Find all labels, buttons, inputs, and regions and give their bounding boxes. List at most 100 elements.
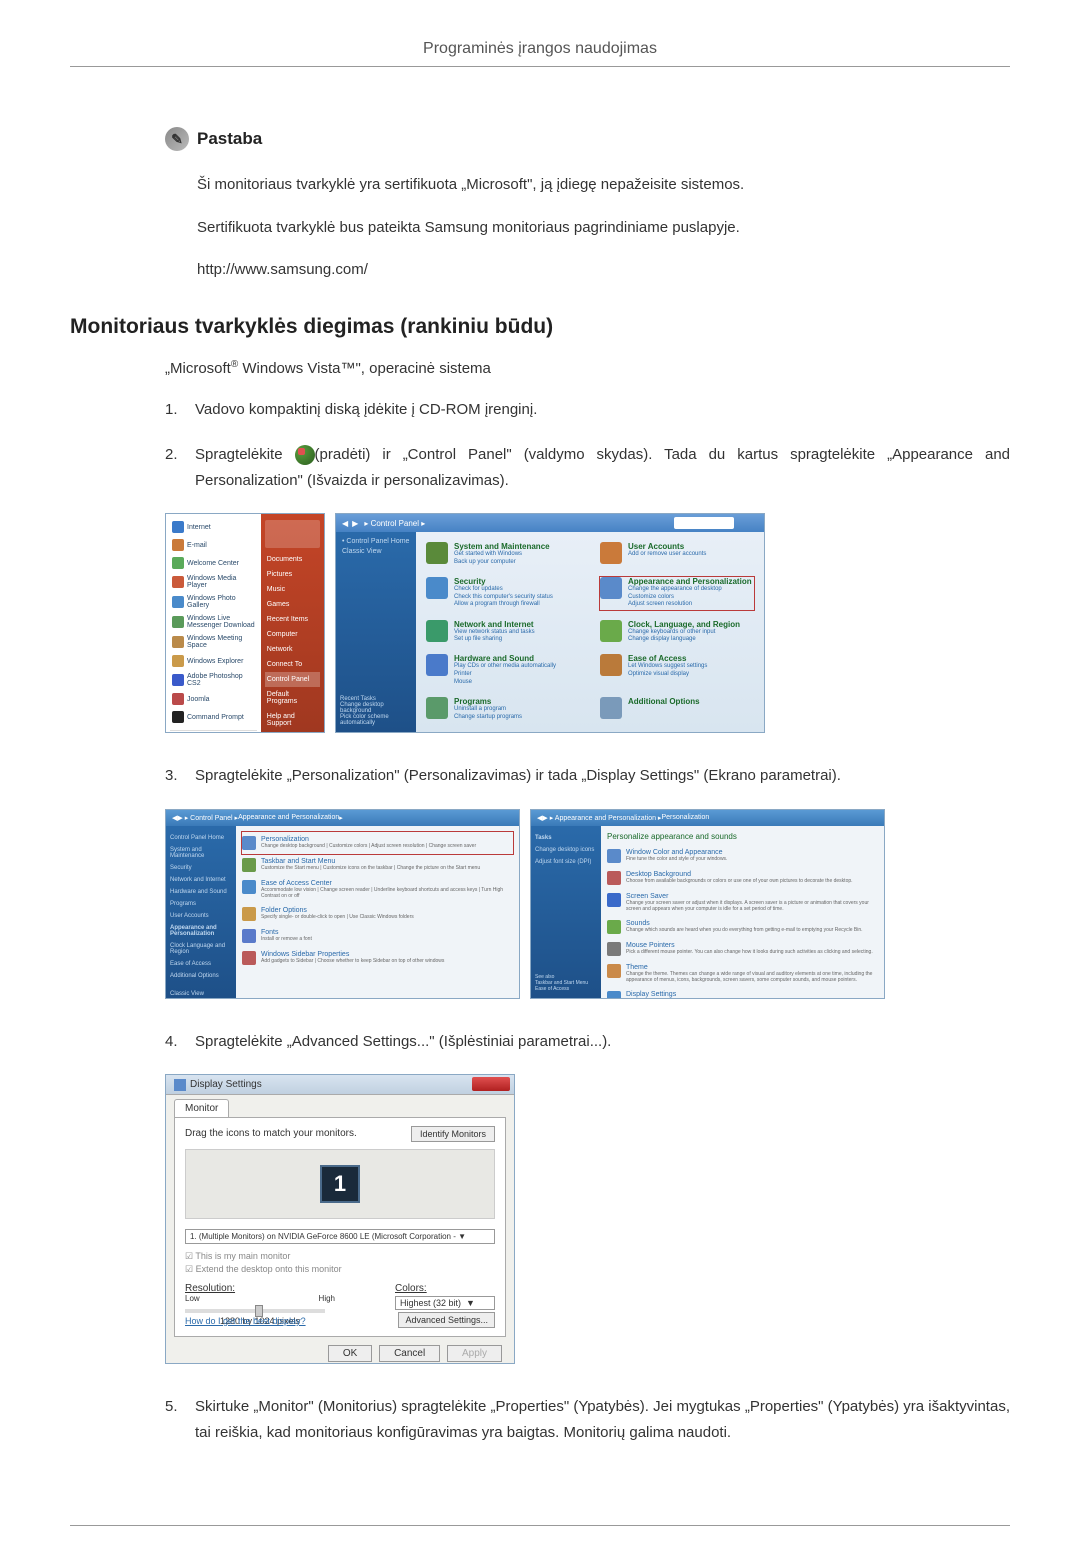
checkbox-main-monitor[interactable]: ☑ This is my main monitor	[185, 1250, 495, 1263]
option-personalization[interactable]: PersonalizationChange desktop background…	[242, 832, 513, 854]
nav-forward-icon[interactable]: ▶	[177, 814, 182, 822]
cp-category-system[interactable]: System and MaintenanceGet started with W…	[426, 542, 580, 567]
cp-category-additional[interactable]: Additional Options	[600, 697, 754, 722]
sidebar-item[interactable]: Security	[170, 862, 232, 874]
identify-monitors-button[interactable]: Identify Monitors	[411, 1126, 495, 1142]
advanced-settings-button[interactable]: Advanced Settings...	[398, 1312, 495, 1328]
start-menu-link[interactable]: Documents	[265, 552, 320, 567]
option-sounds[interactable]: SoundsChange which sounds are heard when…	[607, 916, 878, 938]
step-number: 3.	[165, 763, 195, 789]
close-button[interactable]	[472, 1077, 510, 1091]
start-menu-control-panel[interactable]: Control Panel	[265, 672, 320, 687]
monitor-arrangement[interactable]: 1	[185, 1149, 495, 1219]
cp-category-user-accounts[interactable]: User AccountsAdd or remove user accounts	[600, 542, 754, 567]
start-menu-link[interactable]: Connect To	[265, 657, 320, 672]
option-ease[interactable]: Ease of Access CenterAccommodate low vis…	[242, 876, 513, 903]
user-picture	[265, 520, 320, 548]
cancel-button[interactable]: Cancel	[379, 1345, 440, 1362]
nav-forward-icon[interactable]: ▶	[352, 519, 358, 528]
help-link[interactable]: How do I get the best display?	[185, 1316, 306, 1326]
step-list-cont: 5. Skirtuke „Monitor" (Monitorius) sprag…	[165, 1394, 1010, 1445]
sidebar-item[interactable]: Clock Language and Region	[170, 940, 232, 958]
option-folder[interactable]: Folder OptionsSpecify single- or double-…	[242, 903, 513, 925]
start-menu-item[interactable]: Windows Explorer	[170, 652, 257, 670]
sidebar-item[interactable]: User Accounts	[170, 910, 232, 922]
start-menu-all-programs[interactable]: ▸ All Programs	[170, 730, 257, 733]
dialog-content: Drag the icons to match your monitors. I…	[174, 1117, 506, 1337]
panel-heading: Personalize appearance and sounds	[607, 832, 878, 841]
start-menu-link[interactable]: Computer	[265, 627, 320, 642]
apply-button[interactable]: Apply	[447, 1345, 502, 1362]
start-menu-link[interactable]: Games	[265, 597, 320, 612]
control-panel-body: System and MaintenanceGet started with W…	[416, 532, 764, 732]
monitor-thumbnail[interactable]: 1	[320, 1165, 360, 1203]
note-body: Ši monitoriaus tvarkyklė yra sertifikuot…	[197, 171, 1010, 285]
cp-category-programs[interactable]: ProgramsUninstall a program Change start…	[426, 697, 580, 722]
ok-button[interactable]: OK	[328, 1345, 372, 1362]
option-desktop-bg[interactable]: Desktop BackgroundChoose from available …	[607, 867, 878, 889]
start-menu-item[interactable]: Command Prompt	[170, 708, 257, 726]
cp-category-appearance[interactable]: Appearance and PersonalizationChange the…	[600, 577, 754, 610]
colors-select[interactable]: Highest (32 bit) ▼	[395, 1296, 495, 1310]
sidebar-item[interactable]: Adjust font size (DPI)	[535, 856, 597, 868]
option-taskbar[interactable]: Taskbar and Start MenuCustomize the Star…	[242, 854, 513, 876]
cp-category-hardware[interactable]: Hardware and SoundPlay CDs or other medi…	[426, 654, 580, 687]
nav-forward-icon[interactable]: ▶	[542, 814, 547, 822]
checkbox-extend-desktop[interactable]: ☑ Extend the desktop onto this monitor	[185, 1263, 495, 1276]
option-sidebar[interactable]: Windows Sidebar PropertiesAdd gadgets to…	[242, 947, 513, 969]
sidebar-item[interactable]: Ease of Access	[170, 958, 232, 970]
option-window-color[interactable]: Window Color and AppearanceFine tune the…	[607, 845, 878, 867]
resolution-slider[interactable]	[185, 1309, 325, 1313]
sidebar-icon	[242, 951, 256, 965]
search-input[interactable]	[674, 517, 734, 529]
start-menu-item[interactable]: Windows Media Player	[170, 572, 257, 592]
start-menu-item[interactable]: Windows Live Messenger Download	[170, 612, 257, 632]
folder-icon	[242, 907, 256, 921]
start-menu-link[interactable]: Pictures	[265, 567, 320, 582]
start-menu-item[interactable]: Internet	[170, 518, 257, 536]
os-line: „Microsoft® Windows Vista™", operacinė s…	[165, 359, 1010, 377]
start-menu-item[interactable]: Windows Photo Gallery	[170, 592, 257, 612]
monitor-select[interactable]: 1. (Multiple Monitors) on NVIDIA GeForce…	[185, 1229, 495, 1244]
option-fonts[interactable]: FontsInstall or remove a font	[242, 925, 513, 947]
cp-category-ease[interactable]: Ease of AccessLet Windows suggest settin…	[600, 654, 754, 687]
start-menu-item[interactable]: Adobe Photoshop CS2	[170, 670, 257, 690]
tab-monitor[interactable]: Monitor	[174, 1099, 229, 1117]
start-menu-link[interactable]: Music	[265, 582, 320, 597]
sidebar-item[interactable]: Classic View	[342, 548, 410, 555]
sidebar-item[interactable]: System and Maintenance	[170, 844, 232, 862]
recent-tasks: Recent Tasks Change desktop background P…	[340, 696, 412, 726]
start-menu-item[interactable]: E-mail	[170, 536, 257, 554]
sidebar-item[interactable]: Network and Internet	[170, 874, 232, 886]
option-theme[interactable]: ThemeChange the theme. Themes can change…	[607, 960, 878, 987]
start-menu-item[interactable]: Joomla	[170, 690, 257, 708]
window-titlebar: Display Settings	[166, 1075, 514, 1095]
sidebar-item[interactable]: Change desktop icons	[535, 844, 597, 856]
sidebar-item-active[interactable]: Appearance and Personalization	[170, 922, 232, 940]
start-menu-link[interactable]: Network	[265, 642, 320, 657]
user-icon	[600, 542, 622, 564]
cp-category-clock[interactable]: Clock, Language, and RegionChange keyboa…	[600, 620, 754, 645]
sidebar-item[interactable]: Control Panel Home	[170, 832, 232, 844]
start-menu-link[interactable]: Recent Items	[265, 612, 320, 627]
start-menu-link[interactable]: Default Programs	[265, 687, 320, 709]
sidebar-item[interactable]: Classic View	[170, 988, 232, 999]
start-menu-left: Internet E-mail Welcome Center Windows M…	[166, 514, 261, 732]
sidebar-item[interactable]: Programs	[170, 898, 232, 910]
start-menu-link[interactable]: Help and Support	[265, 709, 320, 731]
slider-low-label: Low	[185, 1294, 200, 1303]
start-menu-item[interactable]: Welcome Center	[170, 554, 257, 572]
cp-category-network[interactable]: Network and InternetView network status …	[426, 620, 580, 645]
sidebar-item[interactable]: Hardware and Sound	[170, 886, 232, 898]
option-mouse[interactable]: Mouse PointersPick a different mouse poi…	[607, 938, 878, 960]
nav-back-icon[interactable]: ◀	[342, 519, 348, 528]
tab-strip: Monitor	[166, 1095, 514, 1117]
option-screensaver[interactable]: Screen SaverChange your screen saver or …	[607, 889, 878, 916]
breadcrumb[interactable]: ▸ Control Panel ▸	[364, 519, 425, 528]
sidebar-item[interactable]: Additional Options	[170, 970, 232, 982]
sidebar-item[interactable]: • Control Panel Home	[342, 538, 410, 545]
app-icon	[172, 693, 184, 705]
start-menu-item[interactable]: Windows Meeting Space	[170, 632, 257, 652]
option-display-settings[interactable]: Display SettingsAdjust your monitor reso…	[607, 987, 878, 999]
cp-category-security[interactable]: SecurityCheck for updates Check this com…	[426, 577, 580, 610]
